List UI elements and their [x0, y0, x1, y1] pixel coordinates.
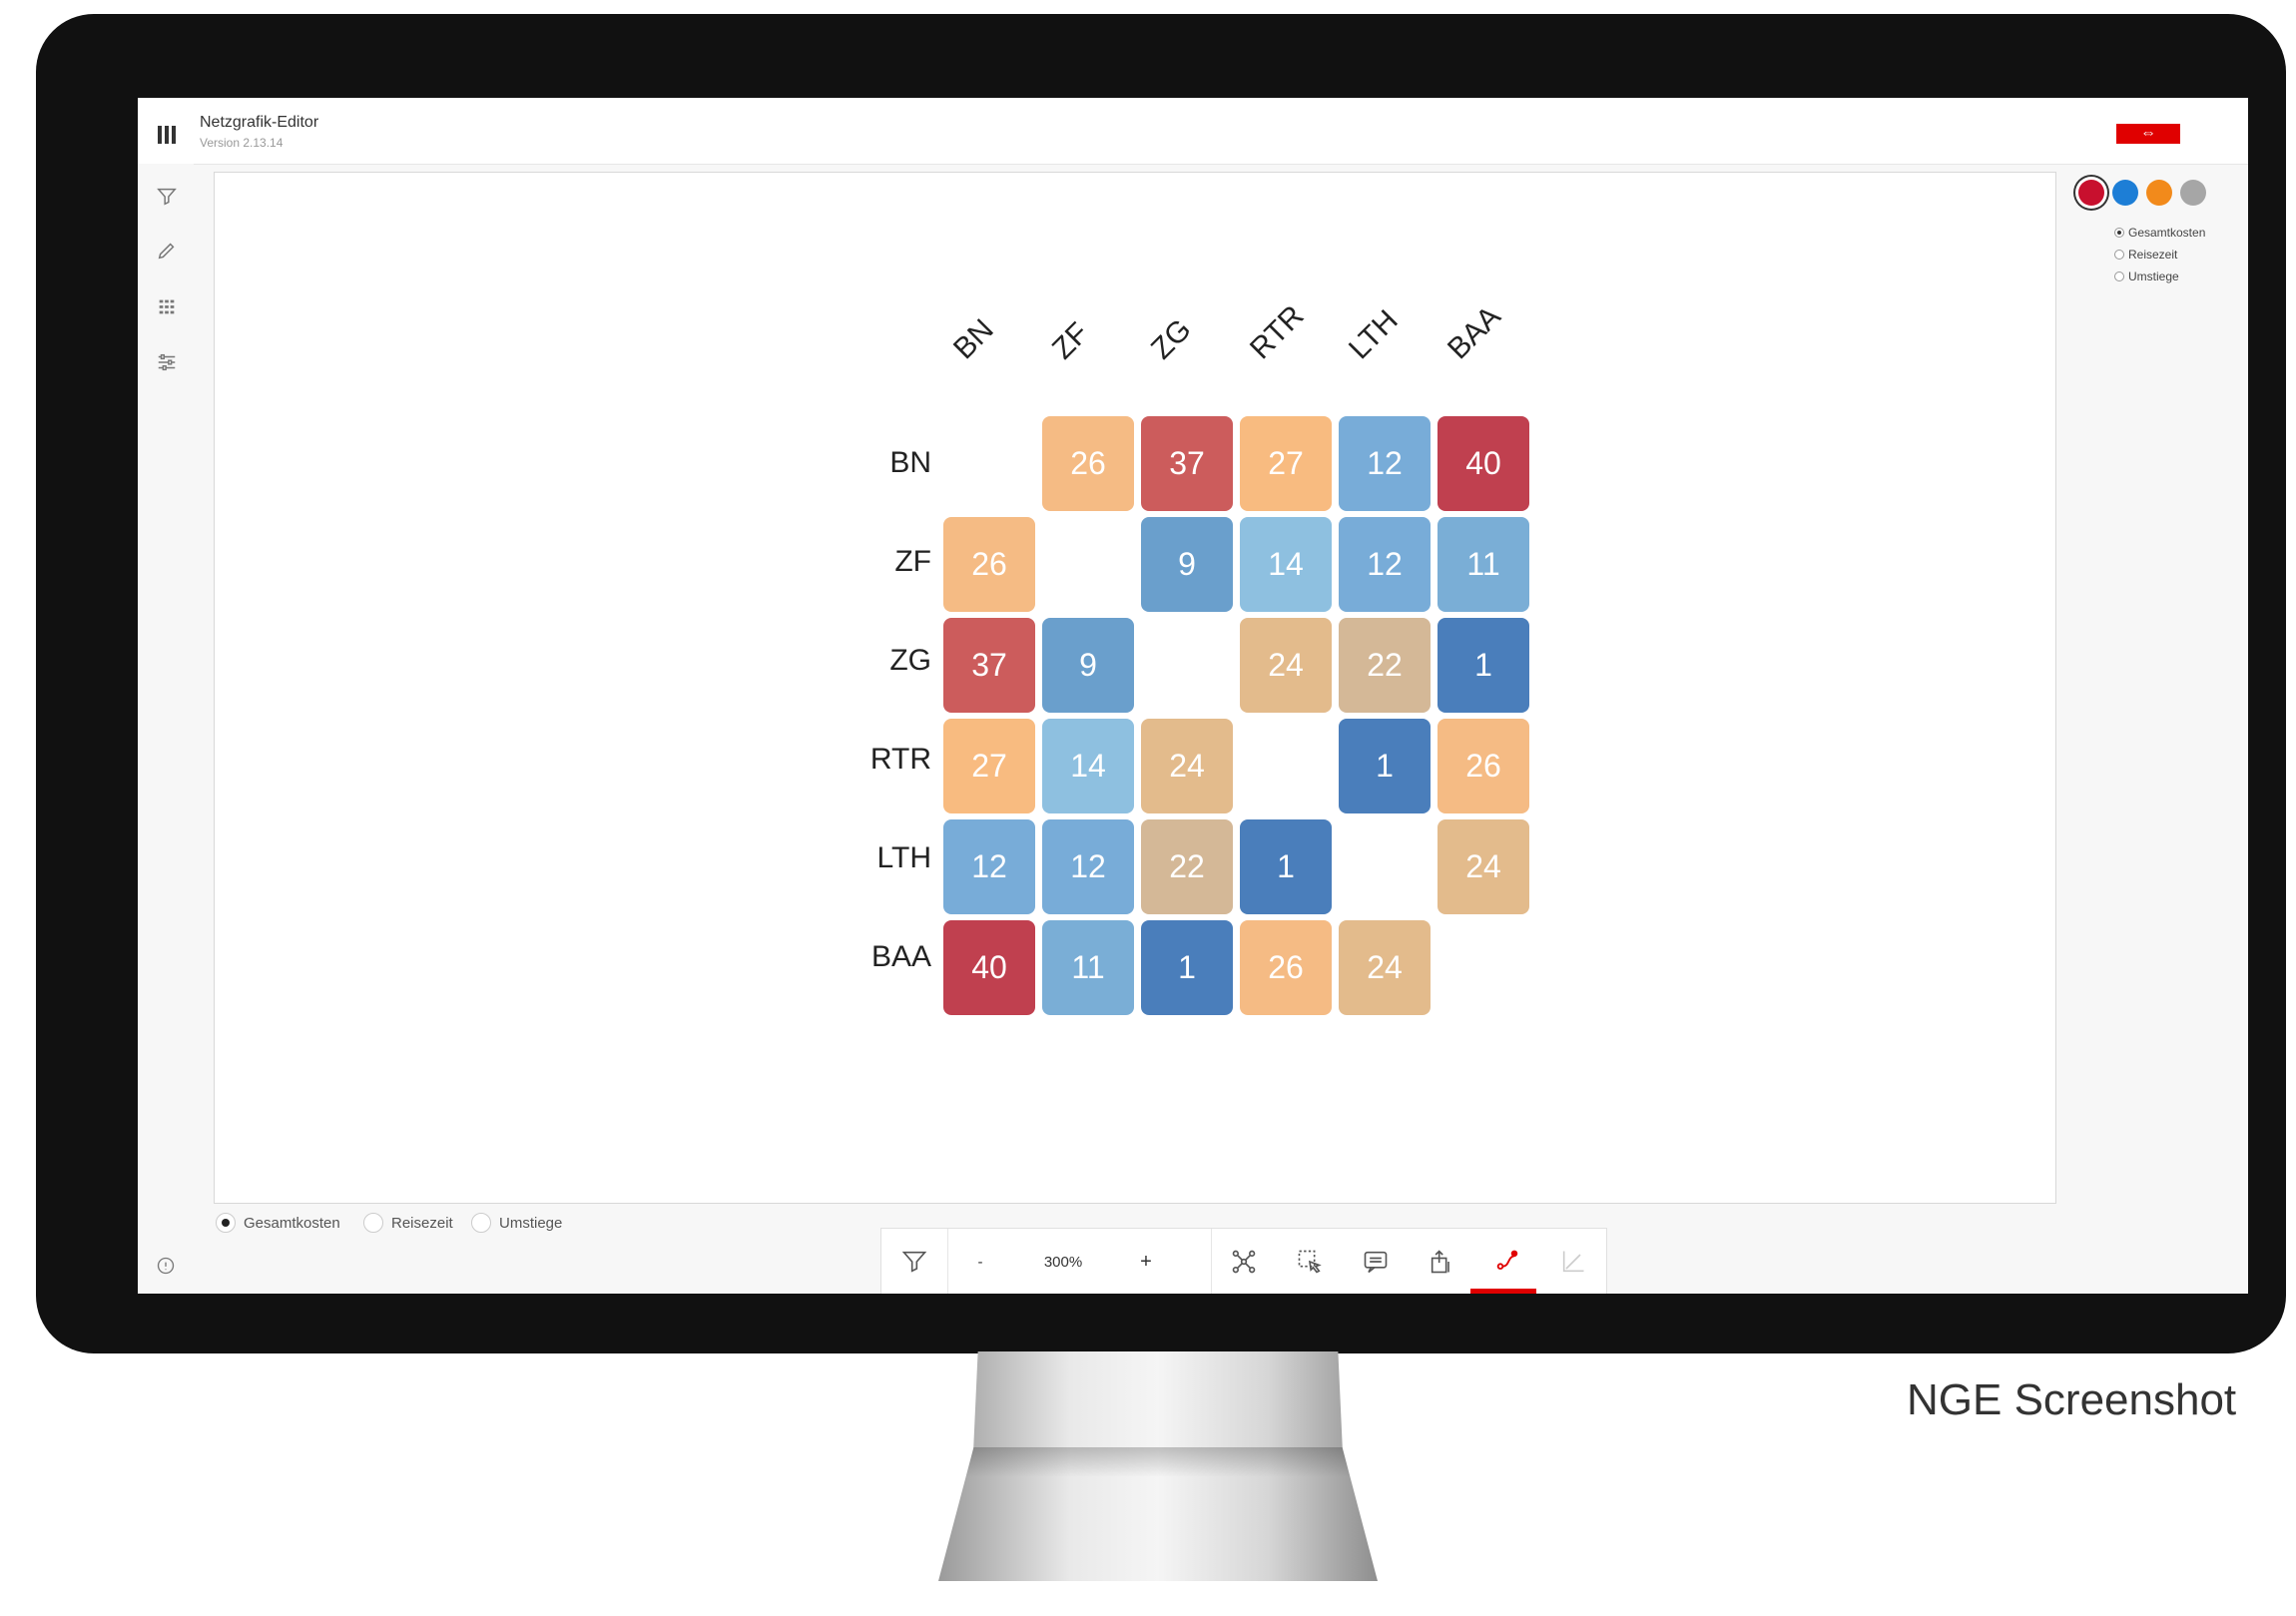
bottom-option-transfers[interactable]: Umstiege: [471, 1213, 562, 1233]
matrix-cell[interactable]: 24: [1240, 618, 1332, 713]
sliders-icon[interactable]: [156, 351, 178, 373]
matrix-cell[interactable]: 1: [1437, 618, 1529, 713]
zoom-out-label: -: [977, 1253, 983, 1271]
matrix-col-label: ZG: [1144, 312, 1198, 366]
matrix-cell[interactable]: 14: [1240, 517, 1332, 612]
filter-icon[interactable]: [156, 186, 178, 208]
right-option-travel-time[interactable]: Reisezeit: [2114, 248, 2177, 262]
matrix-row-label: RTR: [869, 743, 931, 776]
matrix-cell[interactable]: 37: [1141, 416, 1233, 511]
zoom-in-label: +: [1140, 1250, 1152, 1273]
zoom-level-text: 300%: [1043, 1253, 1083, 1271]
matrix-col-label: RTR: [1243, 298, 1311, 366]
filter-icon[interactable]: [881, 1229, 947, 1294]
origin-destination-icon[interactable]: [1474, 1229, 1540, 1294]
app-menu-icon[interactable]: [158, 126, 176, 144]
matrix-row-label: BN: [889, 446, 931, 479]
color-swatch-orange[interactable]: [2146, 180, 2172, 206]
matrix-cell[interactable]: 12: [1042, 819, 1134, 914]
right-option-label: Gesamtkosten: [2128, 226, 2206, 240]
radio-button[interactable]: [471, 1213, 491, 1233]
zoom-out-button[interactable]: -: [947, 1229, 1013, 1294]
matrix-cell[interactable]: 40: [943, 920, 1035, 1015]
matrix-col-label: LTH: [1342, 303, 1405, 366]
active-tool-indicator: [1470, 1289, 1536, 1294]
export-icon[interactable]: [1409, 1229, 1474, 1294]
right-option-total-cost[interactable]: Gesamtkosten: [2114, 226, 2205, 240]
matrix-cell[interactable]: 1: [1141, 920, 1233, 1015]
bottom-toolbar: - 300% +: [880, 1228, 1607, 1294]
color-swatch-red[interactable]: [2078, 180, 2104, 206]
left-sidebar: [138, 164, 194, 1294]
matrix-cell[interactable]: 37: [943, 618, 1035, 713]
select-area-icon[interactable]: [1277, 1229, 1343, 1294]
radio-dot[interactable]: [2114, 228, 2124, 238]
right-option-label: Umstiege: [2128, 269, 2179, 283]
bottom-option-label: Reisezeit: [391, 1214, 453, 1232]
matrix-cell[interactable]: 12: [1339, 416, 1431, 511]
graph-nodes-icon[interactable]: [1211, 1229, 1277, 1294]
radio-button[interactable]: [216, 1213, 236, 1233]
matrix-cell[interactable]: 12: [1339, 517, 1431, 612]
app-version: Version 2.13.14: [200, 136, 284, 150]
right-option-transfers[interactable]: Umstiege: [2114, 269, 2179, 283]
pencil-icon[interactable]: [156, 240, 178, 262]
sbb-logo-icon: ⇔: [2116, 124, 2180, 144]
radio-dot[interactable]: [2114, 250, 2124, 260]
matrix-cell[interactable]: 12: [943, 819, 1035, 914]
help-icon[interactable]: [156, 1256, 176, 1276]
app-title: Netzgrafik-Editor: [200, 114, 319, 131]
radio-dot[interactable]: [2114, 271, 2124, 281]
zoom-in-button[interactable]: +: [1113, 1229, 1179, 1294]
matrix-col-label: BAA: [1440, 299, 1507, 366]
app-screen: Netzgrafik-Editor Version 2.13.14 ⇔ BN ZF…: [138, 98, 2248, 1294]
matrix-cell[interactable]: 11: [1042, 920, 1134, 1015]
bottom-option-travel-time[interactable]: Reisezeit: [363, 1213, 453, 1233]
chart-icon[interactable]: [1540, 1229, 1606, 1294]
matrix-cell[interactable]: 22: [1339, 618, 1431, 713]
matrix-cell[interactable]: 27: [1240, 416, 1332, 511]
caption: NGE Screenshot: [1907, 1375, 2237, 1424]
matrix-col-label: ZF: [1045, 316, 1096, 366]
matrix-cell[interactable]: 40: [1437, 416, 1529, 511]
matrix-cell[interactable]: 1: [1339, 719, 1431, 813]
matrix-row-label: BAA: [870, 940, 931, 973]
matrix-col-label: BN: [946, 312, 1000, 366]
matrix-cell[interactable]: 27: [943, 719, 1035, 813]
zoom-level: 300%: [1013, 1229, 1113, 1294]
bottom-option-total-cost[interactable]: Gesamtkosten: [216, 1213, 340, 1233]
top-bar: Netzgrafik-Editor Version 2.13.14 ⇔: [138, 98, 2248, 165]
color-swatch-gray[interactable]: [2180, 180, 2206, 206]
monitor-frame: Netzgrafik-Editor Version 2.13.14 ⇔ BN ZF…: [36, 14, 2286, 1353]
matrix-cell[interactable]: 9: [1042, 618, 1134, 713]
matrix-cell[interactable]: 26: [943, 517, 1035, 612]
matrix-row-label: ZF: [894, 545, 931, 578]
comment-icon[interactable]: [1343, 1229, 1409, 1294]
od-matrix-canvas[interactable]: BN ZF ZG RTR LTH BAA BN 26 37 27 12 40 ZF 26 9 14 12 11 ZG…: [214, 172, 2056, 1204]
matrix-cell[interactable]: 9: [1141, 517, 1233, 612]
matrix-cell[interactable]: 11: [1437, 517, 1529, 612]
monitor-stand: [938, 1351, 1378, 1581]
bottom-option-label: Gesamtkosten: [244, 1214, 340, 1232]
right-option-label: Reisezeit: [2128, 248, 2178, 262]
matrix-cell[interactable]: 24: [1437, 819, 1529, 914]
radio-button[interactable]: [363, 1213, 383, 1233]
matrix-cell[interactable]: 24: [1141, 719, 1233, 813]
matrix-cell[interactable]: 24: [1339, 920, 1431, 1015]
grid-icon[interactable]: [156, 295, 178, 317]
matrix-cell[interactable]: 1: [1240, 819, 1332, 914]
matrix-row-label: LTH: [876, 841, 931, 874]
matrix-cell[interactable]: 26: [1240, 920, 1332, 1015]
matrix-cell[interactable]: 22: [1141, 819, 1233, 914]
matrix-cell[interactable]: 26: [1437, 719, 1529, 813]
color-swatch-blue[interactable]: [2112, 180, 2138, 206]
bottom-option-label: Umstiege: [499, 1214, 563, 1232]
matrix-cell[interactable]: 26: [1042, 416, 1134, 511]
matrix-row-label: ZG: [889, 644, 931, 677]
matrix-cell[interactable]: 14: [1042, 719, 1134, 813]
